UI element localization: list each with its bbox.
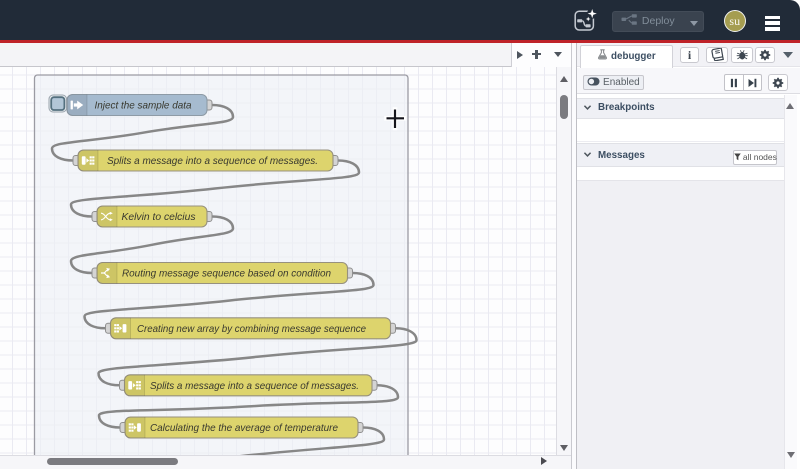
svg-text:Calculating the the average of: Calculating the the average of temperatu… [150, 423, 338, 434]
svg-text:Inject the sample data: Inject the sample data [95, 101, 192, 112]
svg-text:Kelvin to celcius: Kelvin to celcius [122, 212, 196, 223]
svg-text:Creating new array by combinin: Creating new array by combining message … [137, 324, 366, 335]
svg-text:Splits a message into a sequen: Splits a message into a sequence of mess… [107, 156, 318, 167]
svg-text:Splits a message into a sequen: Splits a message into a sequence of mess… [150, 381, 359, 392]
svg-text:Routing message sequence based: Routing message sequence based on condit… [122, 269, 331, 280]
